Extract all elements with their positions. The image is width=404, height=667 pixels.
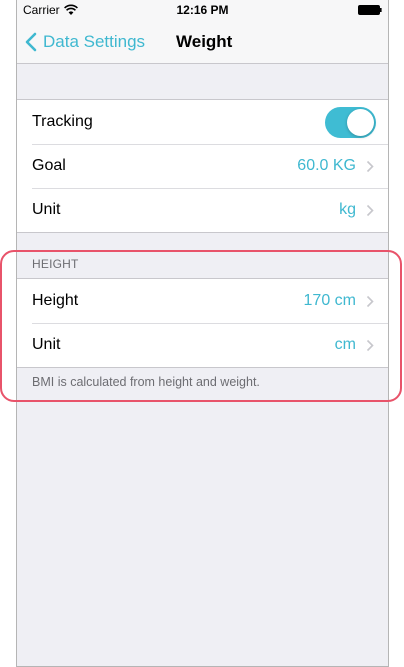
goal-label: Goal — [32, 157, 66, 174]
height-settings-group: Height 170 cm Unit cm — [17, 278, 388, 368]
goal-value: 60.0 KG — [297, 157, 356, 174]
height-value: 170 cm — [303, 292, 356, 309]
bmi-footer-note: BMI is calculated from height and weight… — [32, 375, 260, 389]
back-button-label: Data Settings — [43, 32, 146, 51]
chevron-right-icon — [366, 295, 374, 307]
tracking-row: Tracking — [17, 100, 388, 144]
navigation-bar: Data Settings Weight — [17, 20, 388, 64]
goal-row[interactable]: Goal 60.0 KG — [17, 144, 388, 188]
height-row[interactable]: Height 170 cm — [17, 279, 388, 323]
height-unit-label: Unit — [32, 336, 61, 353]
toggle-knob — [347, 108, 374, 136]
height-section-header: HEIGHT — [32, 257, 79, 271]
tracking-label: Tracking — [32, 113, 93, 130]
chevron-right-icon — [366, 339, 374, 351]
weight-unit-label: Unit — [32, 201, 61, 218]
weight-unit-value: kg — [339, 201, 356, 218]
battery-icon — [358, 5, 382, 15]
back-chevron-icon — [25, 32, 37, 52]
chevron-right-icon — [366, 204, 374, 216]
page-title: Weight — [176, 32, 233, 51]
tracking-toggle[interactable] — [325, 106, 376, 138]
back-button[interactable]: Data Settings — [25, 20, 145, 64]
chevron-right-icon — [366, 160, 374, 172]
height-unit-row[interactable]: Unit cm — [17, 323, 388, 367]
status-bar: Carrier 12:16 PM — [17, 0, 388, 20]
phone-screen: Carrier 12:16 PM Data Settings Weight Tr… — [16, 0, 389, 667]
weight-unit-row[interactable]: Unit kg — [17, 188, 388, 232]
height-unit-value: cm — [334, 336, 356, 353]
status-time: 12:16 PM — [176, 3, 229, 17]
height-label: Height — [32, 292, 79, 309]
weight-settings-group: Tracking Goal 60.0 KG Unit kg — [17, 99, 388, 233]
